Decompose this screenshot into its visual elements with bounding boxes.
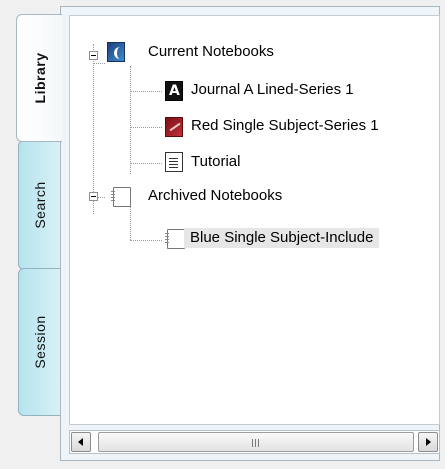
tab-search[interactable]: Search — [18, 140, 62, 270]
spiral-notebook-icon — [165, 229, 185, 249]
tab-search-label: Search — [32, 181, 48, 229]
tab-library-label: Library — [31, 52, 48, 104]
tree-node-archived-notebooks[interactable]: Archived Notebooks — [148, 186, 282, 206]
library-panel: Current Notebooks Journal A Lined-Series… — [60, 6, 440, 461]
journal-notebook-icon — [165, 81, 183, 101]
tree-line — [130, 206, 131, 240]
tree-node-journal-a[interactable]: Journal A Lined-Series 1 — [191, 80, 354, 100]
tree-line — [130, 163, 162, 164]
collapse-current-notebooks-toggle[interactable] — [89, 51, 98, 60]
spiral-notebook-icon — [111, 187, 131, 207]
notebook-color-icon — [107, 42, 125, 62]
scrollbar-thumb[interactable] — [98, 432, 414, 452]
tab-library[interactable]: Library — [16, 14, 62, 142]
red-notebook-icon — [165, 117, 183, 137]
tree-line — [130, 127, 162, 128]
tree-line — [130, 91, 162, 92]
tree-line — [130, 66, 131, 174]
horizontal-scrollbar[interactable] — [69, 430, 440, 454]
collapse-archived-notebooks-toggle[interactable] — [89, 192, 98, 201]
scroll-right-button[interactable] — [418, 432, 438, 452]
tree-node-current-notebooks[interactable]: Current Notebooks — [148, 42, 274, 62]
tree-node-tutorial[interactable]: Tutorial — [191, 152, 240, 172]
tree-line — [130, 240, 162, 241]
tab-session-label: Session — [32, 315, 48, 369]
tree-line — [93, 63, 105, 64]
grip-icon — [252, 439, 259, 447]
tree-line — [93, 44, 94, 214]
document-icon — [165, 152, 183, 172]
tree-node-blue-single-subject[interactable]: Blue Single Subject-Include — [184, 228, 380, 248]
tree-node-red-single-subject[interactable]: Red Single Subject-Series 1 — [191, 116, 379, 136]
arrow-left-icon — [78, 438, 83, 446]
scroll-left-button[interactable] — [71, 432, 91, 452]
arrow-right-icon — [426, 438, 431, 446]
notebook-tree[interactable]: Current Notebooks Journal A Lined-Series… — [69, 15, 440, 425]
tab-session[interactable]: Session — [18, 268, 62, 416]
